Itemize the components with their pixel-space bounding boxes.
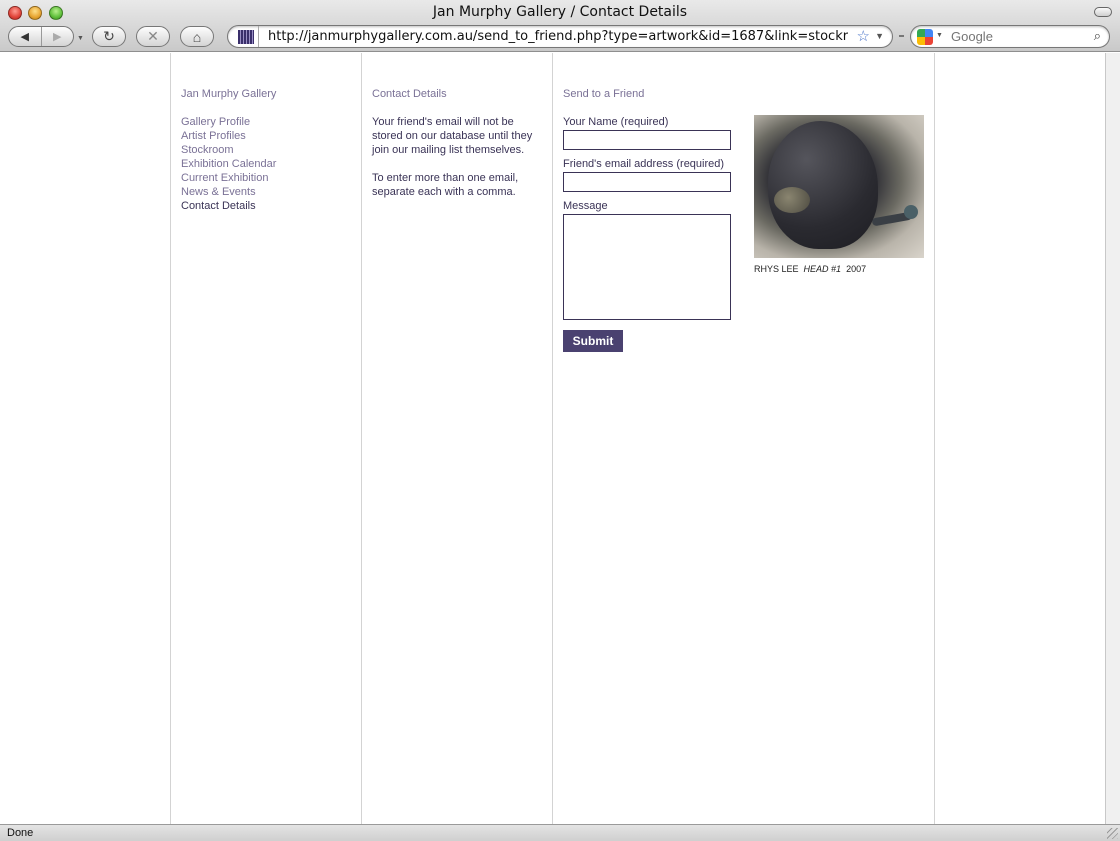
status-bar: Done [0,824,1120,841]
site-favicon-icon [238,30,254,44]
nav-stockroom[interactable]: Stockroom [181,143,351,157]
back-arrow-icon: ◀ [20,31,29,43]
contact-details-heading: Contact Details [372,88,447,100]
url-text[interactable]: http://janmurphygallery.com.au/send_to_f… [268,29,848,44]
message-label: Message [563,200,608,212]
nav-news-events[interactable]: News & Events [181,185,351,199]
back-button[interactable]: ◀ [9,27,42,46]
sculpture-detail-shape [774,187,810,213]
privacy-note: Your friend's email will not be stored o… [372,116,533,156]
message-field[interactable] [563,214,731,320]
resize-grip-icon[interactable] [1107,828,1118,839]
bookmark-star-icon[interactable]: ☆ [857,27,870,45]
home-button[interactable]: ⌂ [180,26,214,47]
artwork-title: HEAD #1 [803,264,842,274]
sculpture-ball-shape [904,205,918,219]
vertical-scrollbar[interactable] [1105,53,1120,824]
column-divider [361,53,362,824]
contact-info-column: Contact Details Your friend's email will… [372,87,542,213]
nav-gallery-profile[interactable]: Gallery Profile [181,115,351,129]
sculpture-head-shape [768,121,878,249]
toolbar-toggle-button[interactable] [1094,7,1112,17]
back-forward-group: ◀ ▶ [8,26,74,47]
status-text: Done [7,827,34,839]
toolbar-separator [899,35,904,37]
gallery-name-heading: Jan Murphy Gallery [181,88,277,100]
forward-arrow-icon: ▶ [53,31,62,43]
artwork-artist: RHYS LEE [754,264,799,274]
column-divider [170,53,171,824]
site-navigation: Jan Murphy Gallery Gallery Profile Artis… [181,87,351,213]
reload-button[interactable]: ↻ [92,26,126,47]
artwork-caption: RHYS LEE HEAD #1 2007 [754,264,866,274]
friend-email-label: Friend's email address (required) [563,158,725,170]
send-to-friend-form: Send to a Friend Your Name (required) Fr… [563,87,743,352]
nav-current-exhibition[interactable]: Current Exhibition [181,171,351,185]
reload-icon: ↻ [103,28,115,44]
url-dropdown-icon[interactable]: ▼ [875,31,884,41]
your-name-field[interactable] [563,130,731,150]
multiple-email-note: To enter more than one email, separate e… [372,172,519,198]
artwork-year: 2007 [846,264,867,274]
address-bar[interactable]: http://janmurphygallery.com.au/send_to_f… [227,25,893,48]
submit-button[interactable]: Submit [563,330,623,352]
column-divider [934,53,935,824]
column-divider [552,53,553,824]
stop-icon: ✕ [147,28,159,44]
nav-exhibition-calendar[interactable]: Exhibition Calendar [181,157,351,171]
nav-contact-details[interactable]: Contact Details [181,199,351,213]
search-input[interactable] [951,29,1081,44]
stop-button[interactable]: ✕ [136,26,170,47]
your-name-label: Your Name (required) [563,116,669,128]
home-icon: ⌂ [192,28,202,45]
google-engine-icon[interactable] [917,29,933,45]
artwork-image[interactable] [754,115,924,258]
window-title: Jan Murphy Gallery / Contact Details [432,4,688,20]
forward-button[interactable]: ▶ [42,27,74,46]
search-bar[interactable]: ▼ ⌕ [910,25,1110,48]
browser-titlebar: Jan Murphy Gallery / Contact Details ◀ ▶… [0,0,1120,52]
url-separator [258,26,259,47]
nav-artist-profiles[interactable]: Artist Profiles [181,129,351,143]
send-to-friend-heading: Send to a Friend [563,88,645,100]
engine-dropdown-icon[interactable]: ▼ [936,32,943,39]
history-dropdown-icon[interactable]: ▼ [77,35,84,42]
search-icon[interactable]: ⌕ [1094,28,1101,44]
page-content: Jan Murphy Gallery Gallery Profile Artis… [0,53,1105,824]
friend-email-field[interactable] [563,172,731,192]
